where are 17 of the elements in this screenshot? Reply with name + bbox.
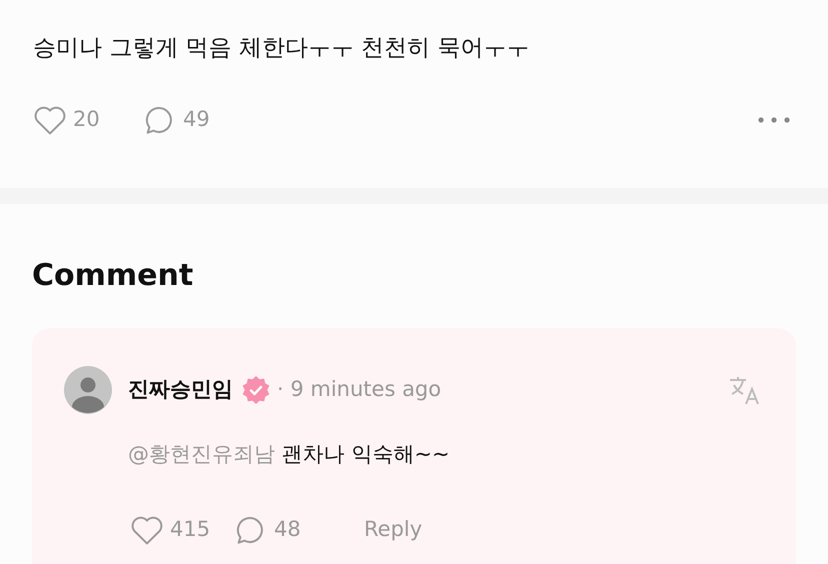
comment-time: · 9 minutes ago bbox=[277, 376, 442, 404]
avatar-icon bbox=[64, 366, 112, 414]
comment-icon[interactable] bbox=[143, 104, 175, 136]
author-name: 진짜승민임 bbox=[128, 376, 233, 404]
section-title: Comment bbox=[32, 257, 194, 295]
comment-text: 괜차나 익숙해~~ bbox=[282, 442, 450, 466]
reply-count: 48 bbox=[274, 516, 302, 544]
more-icon[interactable] bbox=[757, 116, 791, 124]
like-count: 20 bbox=[73, 106, 101, 134]
comment-icon[interactable] bbox=[234, 514, 266, 546]
heart-icon[interactable] bbox=[33, 104, 67, 136]
post-text: 승미나 그렇게 먹음 체한다ㅜㅜ 천천히 묵어ㅜㅜ bbox=[33, 34, 531, 63]
reply-button[interactable]: Reply bbox=[364, 514, 422, 546]
like-count: 415 bbox=[170, 516, 212, 544]
comment-count: 49 bbox=[183, 106, 210, 134]
heart-icon[interactable] bbox=[130, 514, 164, 546]
mention-link[interactable]: @황현진유죄남 bbox=[128, 442, 275, 466]
